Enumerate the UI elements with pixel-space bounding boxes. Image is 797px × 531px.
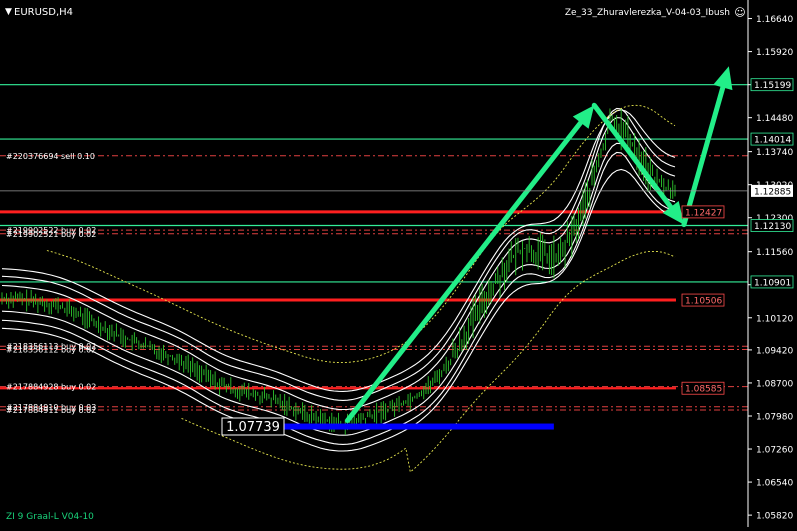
price-tick-label: 1.15920: [756, 48, 793, 58]
chart-canvas[interactable]: #220376694 sell 0.10#219902522 buy 0.02#…: [0, 0, 797, 527]
level-price-label: 1.08585: [685, 385, 722, 395]
price-tick-label: 1.13740: [756, 148, 793, 158]
order-label: #217884911 buy 0.02: [6, 406, 96, 415]
level-price-label: 1.12130: [754, 222, 791, 232]
current-price-label: 1.12885: [754, 187, 791, 197]
min-price-label: 1.07739: [226, 420, 280, 435]
trend-arrow-shaft: [344, 120, 584, 424]
price-tick-label: 1.07980: [756, 412, 793, 422]
trend-arrow-head: [713, 66, 733, 91]
level-price-label: 1.15199: [754, 81, 791, 91]
chart-area[interactable]: #220376694 sell 0.10 #219902522 buy 0.02 #…: [0, 0, 797, 527]
price-tick-label: 1.10120: [756, 314, 793, 324]
price-tick-label: 1.16640: [756, 15, 793, 25]
price-markers: 1.15199 1.14014 1.12130 1.10901 1.12427 1.105…: [0, 78, 794, 436]
symbol-title: EURUSD,H4: [14, 7, 73, 18]
order-label: #220376694 sell 0.10: [6, 152, 95, 161]
indicator-title: Ze_33_Zhuravlerezka_V-04-03_Ibush: [565, 8, 730, 18]
price-tick-label: 1.14480: [756, 114, 793, 124]
dotted-envelope: [181, 250, 676, 473]
footer-indicator-label: ZI 9 Graal-L V04-10: [6, 512, 94, 522]
level-price-label: 1.10506: [685, 297, 722, 307]
price-tick-label: 1.09420: [756, 346, 793, 356]
order-label: #217884928 buy 0.02: [6, 383, 96, 392]
price-tick-label: 1.05820: [756, 512, 793, 522]
price-tick-label: 1.06540: [756, 479, 793, 489]
price-tick-label: 1.07260: [756, 446, 793, 456]
chart-symbol-icon: ▼: [5, 7, 12, 17]
level-price-label: 1.10901: [754, 278, 791, 288]
bollinger-band: [1, 117, 676, 411]
support-bar-group: [275, 423, 554, 430]
price-tick-label: 1.08700: [756, 379, 793, 389]
order-label: #218356112 buy 0.02: [6, 345, 96, 354]
price-tick-label: 1.11560: [756, 248, 793, 258]
order-label: #219902521 buy 0.02: [6, 230, 96, 239]
level-price-label: 1.14014: [754, 136, 791, 146]
support-zone-bar: [275, 423, 554, 430]
level-price-label: 1.12427: [685, 208, 722, 218]
smiley-icon[interactable]: ☺: [734, 6, 745, 19]
